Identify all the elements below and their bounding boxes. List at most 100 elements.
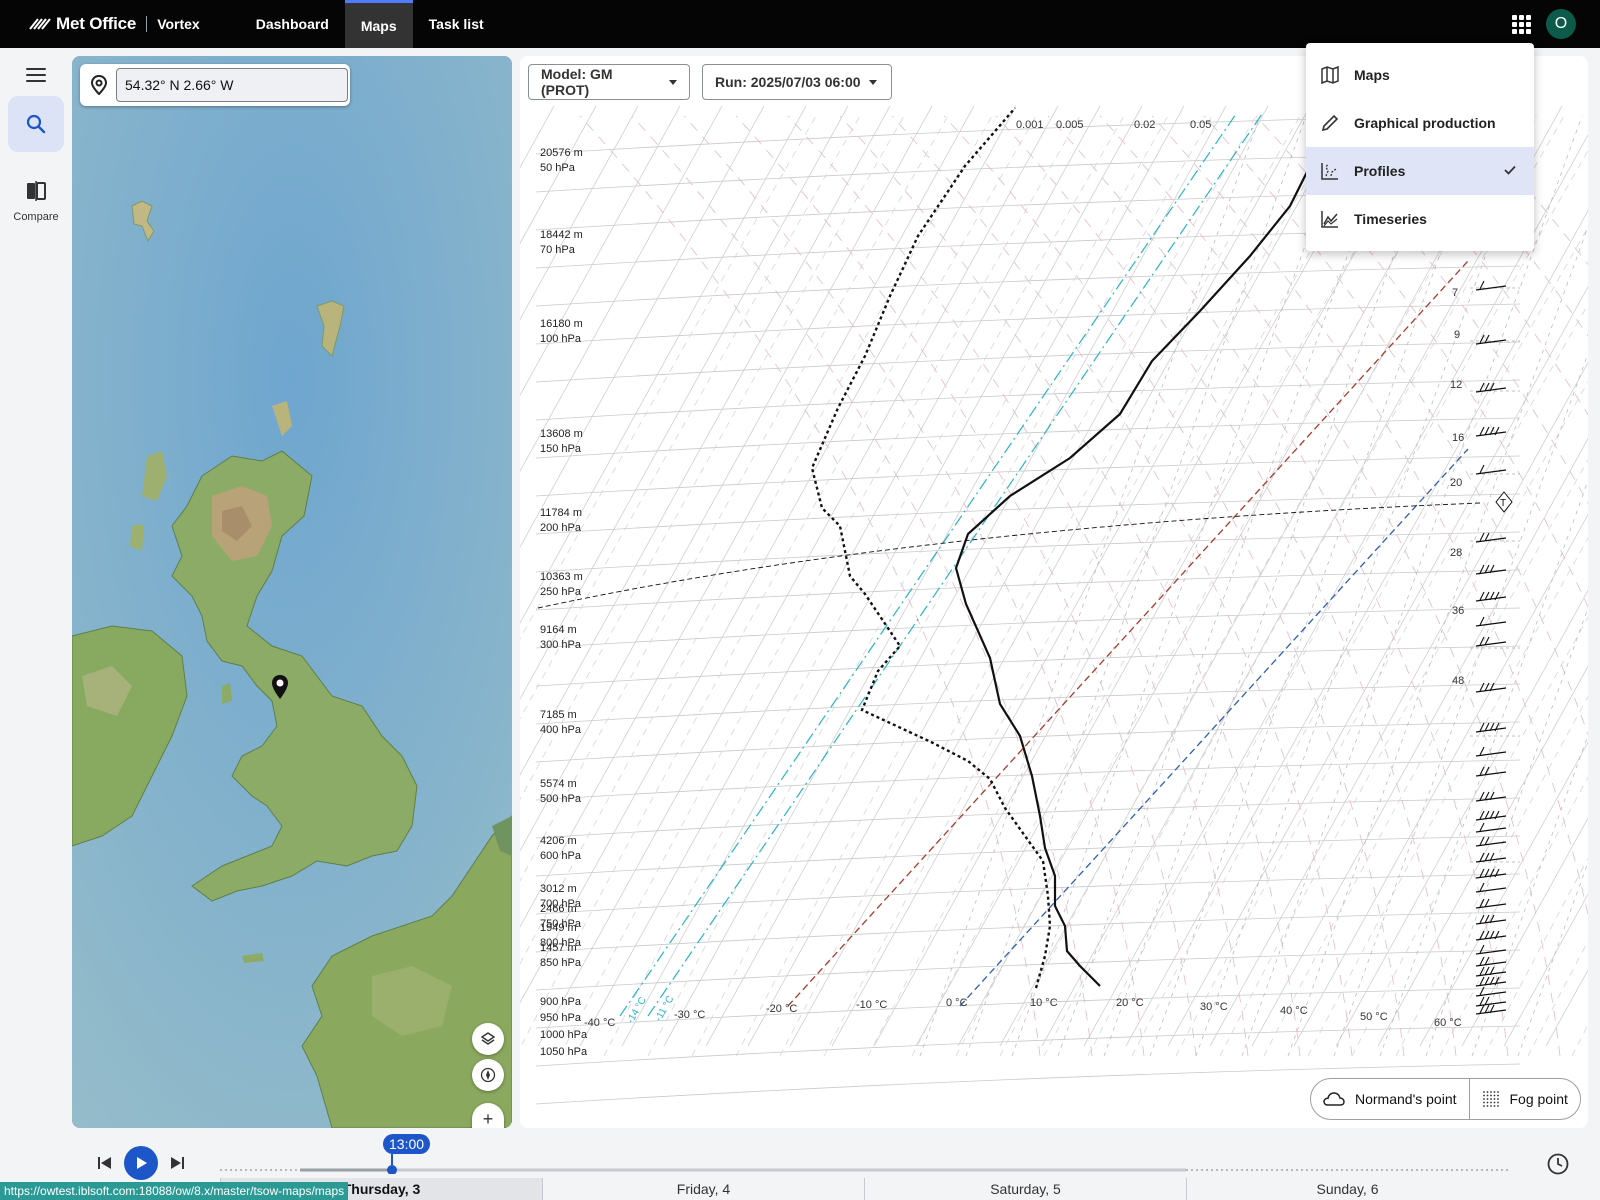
wind-barb bbox=[1475, 564, 1507, 575]
wind-speed-label: 9 bbox=[1454, 329, 1460, 341]
zoom-control: + − bbox=[472, 1103, 504, 1128]
rail-search-button[interactable] bbox=[8, 96, 64, 152]
wind-barb bbox=[1475, 1004, 1507, 1015]
fog-dots-icon bbox=[1482, 1091, 1499, 1107]
temperature-tick-label: -30 °C bbox=[674, 1009, 705, 1021]
nav-task-list[interactable]: Task list bbox=[413, 0, 500, 48]
run-select[interactable]: Run: 2025/07/03 06:00 bbox=[702, 64, 892, 100]
map-canvas[interactable] bbox=[72, 56, 512, 1128]
temperature-tick-label: 0 °C bbox=[946, 997, 968, 1009]
zoom-in-button[interactable]: + bbox=[472, 1103, 504, 1129]
wind-barb bbox=[1475, 426, 1507, 437]
pressure-label: 100 hPa bbox=[540, 333, 582, 345]
pressure-label: 250 hPa bbox=[540, 586, 582, 598]
wind-barb bbox=[1475, 791, 1507, 802]
profiles-icon bbox=[1321, 163, 1338, 180]
tropopause-line bbox=[537, 502, 1481, 609]
hamburger-menu-icon[interactable] bbox=[26, 68, 46, 82]
app-logo[interactable]: Met Office Vortex bbox=[28, 0, 200, 48]
wind-barb bbox=[1475, 636, 1507, 647]
day-friday[interactable]: Friday, 4 bbox=[542, 1178, 864, 1200]
height-label: 9164 m bbox=[540, 624, 577, 636]
height-label: 3012 m bbox=[540, 883, 577, 895]
red-reference-line bbox=[787, 260, 1469, 1007]
temperature-profile-line bbox=[954, 165, 1311, 987]
pressure-label: 1000 hPa bbox=[540, 1029, 588, 1041]
layers-button[interactable] bbox=[472, 1023, 504, 1055]
tropopause-marker-glyph: T bbox=[1500, 498, 1506, 509]
brand-separator bbox=[146, 16, 148, 32]
temperature-tick-label: 20 °C bbox=[1116, 997, 1144, 1009]
wind-speed-label: 20 bbox=[1450, 477, 1462, 489]
temperature-tick-label: -10 °C bbox=[856, 999, 887, 1011]
user-avatar[interactable]: O bbox=[1546, 9, 1576, 39]
wind-barb bbox=[1475, 464, 1507, 475]
dewpoint-profile-line bbox=[810, 107, 1052, 989]
menu-item-maps[interactable]: Maps bbox=[1306, 51, 1534, 99]
timeline-handle[interactable] bbox=[387, 1165, 397, 1174]
skip-back-icon bbox=[98, 1157, 111, 1169]
timeline-track[interactable] bbox=[220, 1134, 1510, 1174]
timeseries-icon bbox=[1321, 211, 1338, 228]
wind-barb bbox=[1475, 280, 1507, 291]
menu-item-timeseries[interactable]: Timeseries bbox=[1306, 195, 1534, 243]
wind-speed-labels: 7 9 12 16 20 28 36 48 bbox=[1450, 287, 1464, 687]
chevron-down-icon bbox=[868, 79, 877, 85]
pencil-icon bbox=[1321, 114, 1339, 132]
wind-barb bbox=[1475, 976, 1507, 987]
height-label: 1457 m bbox=[540, 942, 577, 954]
nav-maps[interactable]: Maps bbox=[344, 0, 413, 48]
compare-label: Compare bbox=[13, 211, 59, 223]
play-button[interactable] bbox=[124, 1146, 158, 1180]
temperature-tick-label: 30 °C bbox=[1200, 1001, 1228, 1013]
cyan-line-label: -11 °C bbox=[653, 994, 676, 1024]
status-url: https://owtest.iblsoft.com:18088/ow/8.x/… bbox=[0, 1182, 349, 1200]
temperature-tick-label: 10 °C bbox=[1030, 997, 1058, 1009]
pressure-label: 150 hPa bbox=[540, 443, 582, 455]
checkmark-icon bbox=[1504, 165, 1516, 175]
clock-icon[interactable] bbox=[1546, 1152, 1570, 1176]
cloud-icon bbox=[1323, 1092, 1345, 1106]
pressure-label: 850 hPa bbox=[540, 957, 582, 969]
pressure-label: 600 hPa bbox=[540, 850, 582, 862]
apps-grid-icon[interactable] bbox=[1510, 13, 1532, 35]
top-bar: Met Office Vortex Dashboard Maps Task li… bbox=[0, 0, 1600, 48]
menu-item-graphical-production[interactable]: Graphical production bbox=[1306, 99, 1534, 147]
nav-dashboard[interactable]: Dashboard bbox=[240, 0, 345, 48]
model-select-label: Model: GM (PROT) bbox=[541, 66, 613, 98]
wind-barb bbox=[1475, 914, 1507, 925]
compass-icon bbox=[480, 1067, 496, 1083]
pressure-label: 70 hPa bbox=[540, 244, 576, 256]
mixing-ratio-label: 0.05 bbox=[1190, 119, 1211, 131]
fog-point-button[interactable]: Fog point bbox=[1468, 1079, 1580, 1119]
height-label: 4206 m bbox=[540, 835, 577, 847]
normands-point-button[interactable]: Normand's point bbox=[1311, 1079, 1469, 1119]
wind-speed-label: 48 bbox=[1452, 675, 1464, 687]
wind-barb bbox=[1475, 722, 1507, 733]
skip-forward-button[interactable] bbox=[168, 1146, 186, 1180]
map-marker-icon[interactable] bbox=[270, 674, 290, 700]
menu-item-profiles[interactable]: Profiles bbox=[1306, 147, 1534, 195]
height-label: 5574 m bbox=[540, 778, 577, 790]
day-saturday[interactable]: Saturday, 5 bbox=[864, 1178, 1186, 1200]
location-input[interactable]: 54.32° N 2.66° W bbox=[116, 68, 348, 102]
compass-button[interactable] bbox=[472, 1059, 504, 1091]
view-switcher-menu: Maps Graphical production Profiles Times… bbox=[1306, 43, 1534, 251]
compare-icon bbox=[27, 181, 46, 201]
pressure-label: 950 hPa bbox=[540, 1012, 582, 1024]
cyan-line-label: -14 °C bbox=[625, 995, 649, 1025]
skip-forward-icon bbox=[171, 1157, 184, 1169]
wind-barb bbox=[1475, 822, 1507, 833]
temperature-tick-label: 50 °C bbox=[1360, 1011, 1388, 1023]
rail-compare-button[interactable]: Compare bbox=[4, 180, 68, 223]
map-panel[interactable]: 54.32° N 2.66° W + − bbox=[72, 56, 512, 1128]
met-office-logo-icon bbox=[29, 18, 51, 30]
model-select[interactable]: Model: GM (PROT) bbox=[528, 64, 690, 100]
temperature-tick-label: 60 °C bbox=[1434, 1017, 1462, 1029]
skip-back-button[interactable] bbox=[96, 1146, 114, 1180]
play-icon bbox=[137, 1157, 147, 1169]
menu-item-label: Maps bbox=[1354, 67, 1390, 83]
day-sunday[interactable]: Sunday, 6 bbox=[1186, 1178, 1508, 1200]
pressure-label: 300 hPa bbox=[540, 639, 582, 651]
pressure-label: 1050 hPa bbox=[540, 1046, 588, 1058]
